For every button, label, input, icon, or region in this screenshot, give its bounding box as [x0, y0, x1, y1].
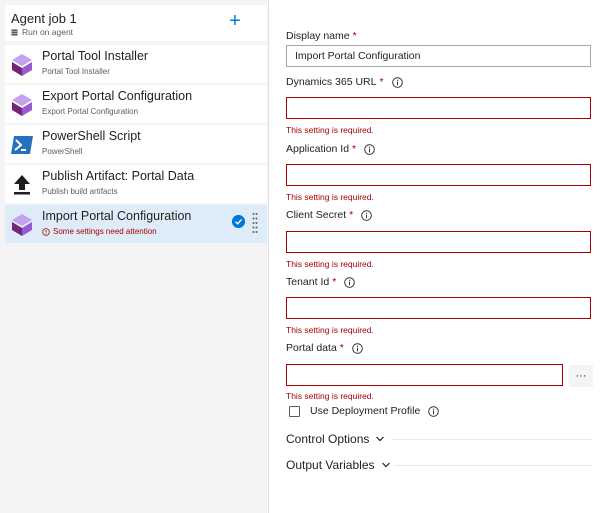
application-id-error: This setting is required. [286, 192, 374, 202]
task-settings-panel: Display name * Dynamics 365 URL * This s… [269, 0, 600, 513]
powerapps-icon [12, 214, 32, 236]
tenant-id-label: Tenant Id * [286, 276, 356, 288]
dynamics-url-input[interactable] [286, 97, 591, 119]
browse-button[interactable]: ··· [569, 365, 593, 387]
task-subtitle: PowerShell [42, 147, 83, 156]
tenant-id-label-text: Tenant Id [286, 276, 330, 288]
client-secret-input[interactable] [286, 231, 591, 253]
task-title: Export Portal Configuration [42, 89, 193, 103]
task-title: Portal Tool Installer [42, 49, 149, 63]
tenant-id-input[interactable] [286, 297, 591, 319]
dynamics-url-label: Dynamics 365 URL * [286, 76, 403, 88]
info-icon[interactable] [391, 76, 403, 88]
application-id-input[interactable] [286, 164, 591, 186]
task-subtitle: Portal Tool Installer [42, 67, 110, 76]
control-options-section[interactable]: Control Options [286, 432, 385, 446]
task-item-portal-tool-installer[interactable]: Portal Tool Installer Portal Tool Instal… [5, 45, 267, 83]
chevron-down-icon [381, 462, 390, 468]
task-warning-text: Some settings need attention [53, 227, 157, 236]
agent-job-header[interactable]: Agent job 1 Run on agent + [5, 5, 267, 41]
task-title: Import Portal Configuration [42, 209, 192, 223]
output-variables-label: Output Variables [286, 458, 375, 472]
server-icon [11, 28, 18, 36]
task-warning: Some settings need attention [42, 227, 157, 236]
application-id-label: Application Id * [286, 143, 375, 155]
info-icon[interactable] [344, 276, 356, 288]
display-name-label: Display name * [286, 30, 357, 42]
tenant-id-error: This setting is required. [286, 325, 374, 335]
powershell-icon [11, 136, 33, 154]
use-deployment-profile-checkbox[interactable] [289, 405, 300, 417]
powerapps-icon [12, 94, 32, 116]
info-icon[interactable] [361, 209, 372, 221]
drag-handle-icon[interactable] [252, 212, 258, 234]
info-icon[interactable] [364, 143, 375, 155]
info-icon[interactable] [352, 342, 363, 354]
chevron-down-icon [376, 436, 385, 442]
task-item-publish-artifact[interactable]: Publish Artifact: Portal Data Publish bu… [5, 165, 267, 203]
agent-job-subtitle-text: Run on agent [22, 27, 74, 37]
upload-icon [14, 175, 30, 195]
task-subtitle: Publish build artifacts [42, 187, 118, 196]
task-item-export-portal-configuration[interactable]: Export Portal Configuration Export Porta… [5, 85, 267, 123]
portal-data-label-text: Portal data [286, 342, 337, 354]
task-title: Publish Artifact: Portal Data [42, 169, 195, 183]
portal-data-error: This setting is required. [286, 391, 374, 401]
warning-icon [42, 227, 50, 236]
application-id-label-text: Application Id [286, 143, 350, 155]
dynamics-url-error: This setting is required. [286, 125, 374, 135]
powerapps-icon [12, 54, 32, 76]
section-divider [394, 465, 592, 466]
task-item-import-portal-configuration[interactable]: Import Portal Configuration Some setting… [5, 205, 267, 243]
task-list-panel: Agent job 1 Run on agent + Portal Tool I… [0, 0, 269, 513]
required-marker: * [379, 76, 384, 88]
task-subtitle: Export Portal Configuration [42, 107, 139, 116]
output-variables-section[interactable]: Output Variables [286, 458, 391, 472]
task-item-powershell-script[interactable]: PowerShell Script PowerShell [5, 125, 267, 163]
dynamics-url-label-text: Dynamics 365 URL [286, 76, 377, 88]
agent-job-subtitle: Run on agent [11, 27, 73, 37]
portal-data-input[interactable] [286, 364, 563, 386]
agent-job-title: Agent job 1 [11, 11, 77, 26]
required-marker: * [349, 209, 354, 221]
required-marker: * [352, 30, 357, 42]
section-divider [391, 439, 592, 440]
client-secret-label-text: Client Secret [286, 209, 347, 221]
client-secret-label: Client Secret * [286, 209, 372, 221]
control-options-label: Control Options [286, 432, 370, 446]
required-marker: * [352, 143, 357, 155]
checkmark-icon[interactable] [232, 215, 245, 228]
use-deployment-profile-label: Use Deployment Profile [310, 405, 421, 417]
add-task-button[interactable]: + [227, 11, 243, 31]
display-name-label-text: Display name [286, 30, 350, 42]
required-marker: * [332, 276, 337, 288]
use-deployment-profile-row[interactable]: Use Deployment Profile [289, 405, 440, 417]
task-title: PowerShell Script [42, 129, 141, 143]
required-marker: * [339, 342, 344, 354]
info-icon[interactable] [428, 405, 440, 417]
display-name-input[interactable] [286, 45, 591, 67]
client-secret-error: This setting is required. [286, 259, 374, 269]
portal-data-label: Portal data * [286, 342, 363, 354]
